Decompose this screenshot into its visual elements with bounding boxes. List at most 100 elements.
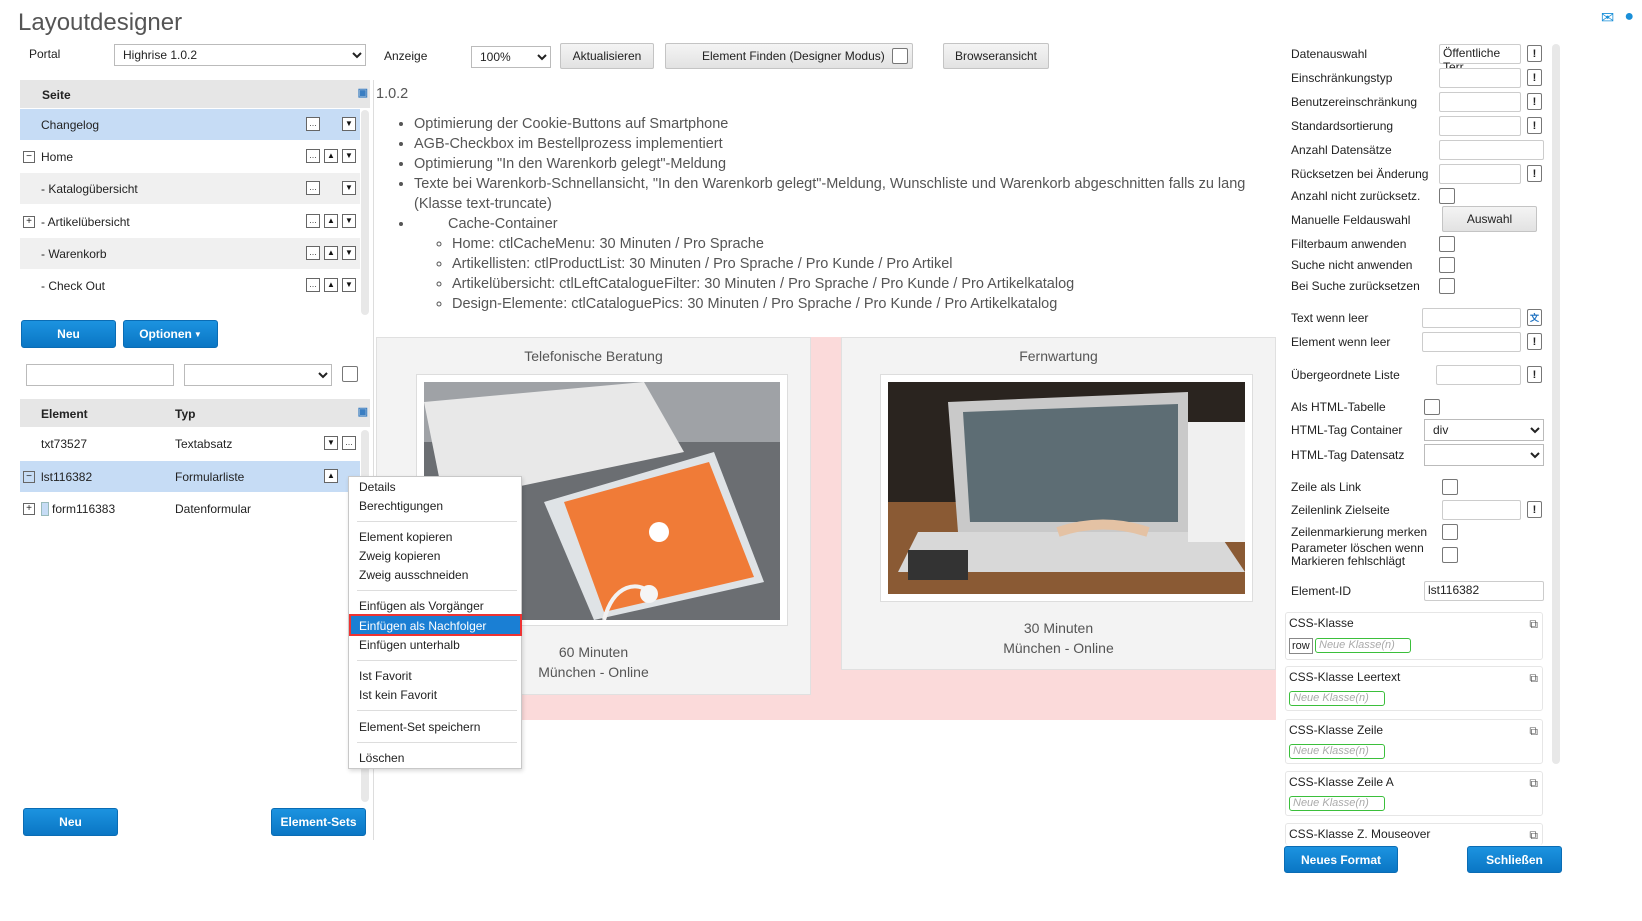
copy-icon[interactable]: ⧉ — [1529, 671, 1538, 686]
move-down-button[interactable]: ▼ — [342, 246, 356, 260]
element-type-select[interactable] — [184, 364, 332, 386]
more-button[interactable]: … — [306, 181, 320, 195]
new-class-input[interactable]: Neue Klasse(n) — [1289, 744, 1385, 759]
element-sets-button[interactable]: Element-Sets — [271, 808, 366, 836]
element-id-field[interactable]: lst116382 — [1424, 581, 1544, 601]
portal-select[interactable]: Highrise 1.0.2 — [114, 44, 366, 66]
parameter-checkbox[interactable] — [1442, 547, 1458, 563]
more-button[interactable]: … — [306, 246, 320, 260]
new-class-input[interactable]: Neue Klasse(n) — [1289, 691, 1385, 706]
translate-icon[interactable]: 文 — [1527, 309, 1542, 326]
more-button[interactable]: … — [306, 149, 320, 163]
element-filter-input[interactable] — [26, 364, 174, 386]
exclamation-icon[interactable]: ! — [1527, 117, 1542, 134]
menu-item-save-set[interactable]: Element-Set speichern — [359, 720, 480, 734]
exclamation-icon[interactable]: ! — [1527, 366, 1542, 383]
zoom-select[interactable]: 100% — [471, 46, 551, 68]
menu-item-insert-before[interactable]: Einfügen als Vorgänger — [359, 599, 484, 613]
exclamation-icon[interactable]: ! — [1527, 501, 1542, 518]
browser-view-button[interactable]: Browseransicht — [943, 43, 1049, 69]
copy-icon[interactable]: ⧉ — [1529, 776, 1538, 791]
element-row[interactable]: + form116383 Datenformular — [20, 493, 360, 524]
element-row-selected[interactable]: − lst116382 Formularliste ▲ — [20, 461, 360, 492]
suche-nicht-checkbox[interactable] — [1439, 257, 1455, 273]
page-item-katalog[interactable]: - Katalogübersicht … ▼ — [20, 173, 360, 204]
uebergeordnete-field[interactable] — [1436, 365, 1521, 385]
zeilenmarkierung-checkbox[interactable] — [1442, 524, 1458, 540]
einschraenkungstyp-field[interactable] — [1439, 68, 1521, 88]
close-button[interactable]: Schließen — [1467, 846, 1562, 873]
css-class-tag[interactable]: row — [1289, 638, 1313, 654]
benutzereinschraenkung-field[interactable] — [1439, 92, 1521, 112]
move-down-button[interactable]: ▼ — [342, 149, 356, 163]
exclamation-icon[interactable]: ! — [1527, 165, 1542, 182]
element-row[interactable]: txt73527 Textabsatz ▼… — [20, 428, 360, 459]
menu-item-details[interactable]: Details — [359, 480, 396, 494]
refresh-button[interactable]: Aktualisieren — [560, 43, 654, 69]
expand-icon[interactable]: + — [23, 502, 35, 515]
menu-item-delete[interactable]: Löschen — [359, 751, 404, 765]
move-up-button[interactable]: ▲ — [324, 469, 338, 483]
mail-icon[interactable]: ✉ — [1601, 8, 1614, 28]
page-tree-scrollbar[interactable] — [361, 110, 369, 315]
move-up-button[interactable]: ▲ — [324, 246, 338, 260]
element-leer-field[interactable] — [1422, 332, 1521, 352]
copy-icon[interactable]: ⧉ — [1529, 724, 1538, 739]
datenauswahl-field[interactable]: Öffentliche Terr — [1439, 44, 1521, 74]
exclamation-icon[interactable]: ! — [1527, 69, 1542, 86]
copy-icon[interactable]: ⧉ — [1529, 828, 1538, 843]
move-down-button[interactable]: ▼ — [324, 436, 338, 450]
text-leer-field[interactable] — [1422, 308, 1521, 328]
page-item-checkout[interactable]: - Check Out … ▲ ▼ — [20, 270, 360, 301]
anzahl-nicht-checkbox[interactable] — [1439, 188, 1455, 204]
new-class-input[interactable]: Neue Klasse(n) — [1315, 638, 1411, 653]
zeilenlink-field[interactable] — [1442, 500, 1521, 520]
html-tabelle-checkbox[interactable] — [1424, 399, 1440, 415]
exclamation-icon[interactable]: ! — [1527, 45, 1542, 62]
export-icon[interactable]: ▣ — [358, 405, 368, 418]
menu-item-copy-element[interactable]: Element kopieren — [359, 530, 452, 544]
collapse-icon[interactable]: − — [23, 150, 35, 163]
move-down-button[interactable]: ▼ — [342, 117, 356, 131]
designer-mode-checkbox[interactable] — [892, 48, 908, 64]
html-container-select[interactable]: div — [1424, 419, 1544, 441]
more-button[interactable]: … — [342, 436, 356, 450]
page-item-changelog[interactable]: Changelog … ▼ — [20, 109, 360, 140]
more-button[interactable]: … — [306, 214, 320, 228]
new-format-button[interactable]: Neues Format — [1284, 846, 1398, 873]
html-datensatz-select[interactable] — [1424, 444, 1544, 466]
find-element-button[interactable]: Element Finden (Designer Modus) — [665, 43, 913, 69]
auswahl-button[interactable]: Auswahl — [1442, 206, 1537, 232]
page-new-button[interactable]: Neu — [21, 320, 116, 348]
menu-item-cut-branch[interactable]: Zweig ausschneiden — [359, 568, 468, 582]
menu-item-permissions[interactable]: Berechtigungen — [359, 499, 443, 513]
move-down-button[interactable]: ▼ — [342, 181, 356, 195]
collapse-icon[interactable]: − — [23, 470, 35, 483]
exclamation-icon[interactable]: ! — [1527, 93, 1542, 110]
page-item-home[interactable]: − Home … ▲ ▼ — [20, 141, 360, 172]
move-up-button[interactable]: ▲ — [324, 214, 338, 228]
export-icon[interactable]: ▣ — [358, 86, 368, 99]
bei-suche-checkbox[interactable] — [1439, 278, 1455, 294]
move-down-button[interactable]: ▼ — [342, 278, 356, 292]
service-card-remote[interactable]: Fernwartung 30 Minuten München - Online — [841, 337, 1276, 670]
page-item-warenkorb[interactable]: - Warenkorb … ▲ ▼ — [20, 238, 360, 269]
menu-item-insert-after[interactable]: Einfügen als Nachfolger — [359, 619, 486, 633]
props-scrollbar[interactable] — [1552, 44, 1560, 764]
standardsortierung-field[interactable] — [1439, 116, 1521, 136]
menu-item-insert-below[interactable]: Einfügen unterhalb — [359, 638, 460, 652]
page-options-button[interactable]: Optionen ▼ — [123, 320, 218, 348]
move-up-button[interactable]: ▲ — [324, 149, 338, 163]
move-down-button[interactable]: ▼ — [342, 214, 356, 228]
page-item-artikel[interactable]: + - Artikelübersicht … ▲ ▼ — [20, 206, 360, 237]
element-new-button[interactable]: Neu — [23, 808, 118, 836]
element-filter-checkbox[interactable] — [342, 366, 358, 382]
copy-icon[interactable]: ⧉ — [1529, 617, 1538, 632]
ruecksetzen-field[interactable] — [1439, 164, 1521, 184]
filterbaum-checkbox[interactable] — [1439, 236, 1455, 252]
new-class-input[interactable]: Neue Klasse(n) — [1289, 796, 1385, 811]
menu-item-copy-branch[interactable]: Zweig kopieren — [359, 549, 440, 563]
expand-icon[interactable]: + — [23, 215, 35, 228]
zeile-link-checkbox[interactable] — [1442, 479, 1458, 495]
move-up-button[interactable]: ▲ — [324, 278, 338, 292]
